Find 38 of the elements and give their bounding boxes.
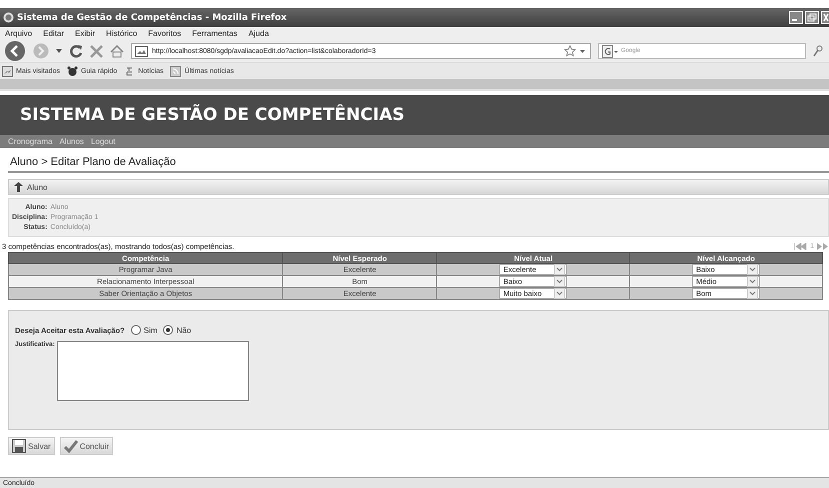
finish-button[interactable]: Concluir — [60, 437, 114, 455]
browser-logo-icon — [3, 12, 14, 23]
back-link[interactable]: Aluno — [14, 182, 48, 192]
radio-option[interactable]: Sim — [130, 325, 158, 335]
save-button[interactable]: Salvar — [8, 437, 55, 455]
close-icon[interactable] — [821, 11, 829, 24]
menu-item[interactable]: Exibir — [75, 29, 96, 38]
search-icon[interactable] — [813, 45, 823, 57]
justification-field[interactable] — [56, 341, 249, 401]
page-icon — [135, 46, 148, 56]
page-heading: Aluno > Editar Plano de Avaliação — [10, 156, 176, 168]
minimize-icon[interactable] — [789, 11, 803, 24]
reload-icon[interactable] — [69, 44, 83, 58]
feed-icon — [170, 66, 182, 76]
menu-item[interactable]: Editar — [43, 29, 64, 38]
site-title: SISTEMA DE GESTÃO DE COMPETÊNCIAS — [20, 105, 404, 125]
menu-item[interactable]: Favoritos — [148, 29, 182, 38]
menu-item[interactable]: Ajuda — [248, 29, 269, 38]
star-icon[interactable] — [564, 45, 576, 57]
next-page-icon[interactable] — [817, 243, 829, 250]
menu-item[interactable]: Arquivo — [5, 29, 32, 38]
home-icon[interactable] — [110, 44, 124, 58]
menu-item[interactable]: Ferramentas — [192, 29, 238, 38]
menu-item[interactable]: Histórico — [106, 29, 138, 38]
paw-icon — [66, 66, 78, 76]
radio-button[interactable] — [130, 325, 141, 335]
back-icon[interactable] — [4, 40, 26, 62]
checkmark-icon — [64, 439, 78, 453]
radio-button[interactable] — [163, 325, 174, 335]
dropdown-icon[interactable] — [56, 49, 62, 53]
radio-option[interactable]: Não — [163, 325, 192, 335]
search-engine-icon[interactable] — [602, 44, 618, 58]
up-arrow-icon — [14, 182, 23, 192]
window-title: Sistema de Gestão de Competências - Mozilla Firefox — [17, 12, 287, 22]
restore-icon[interactable] — [805, 11, 819, 24]
dropdown-icon[interactable] — [580, 50, 585, 52]
stop-icon[interactable] — [90, 44, 103, 58]
first-page-icon[interactable] — [794, 243, 808, 250]
